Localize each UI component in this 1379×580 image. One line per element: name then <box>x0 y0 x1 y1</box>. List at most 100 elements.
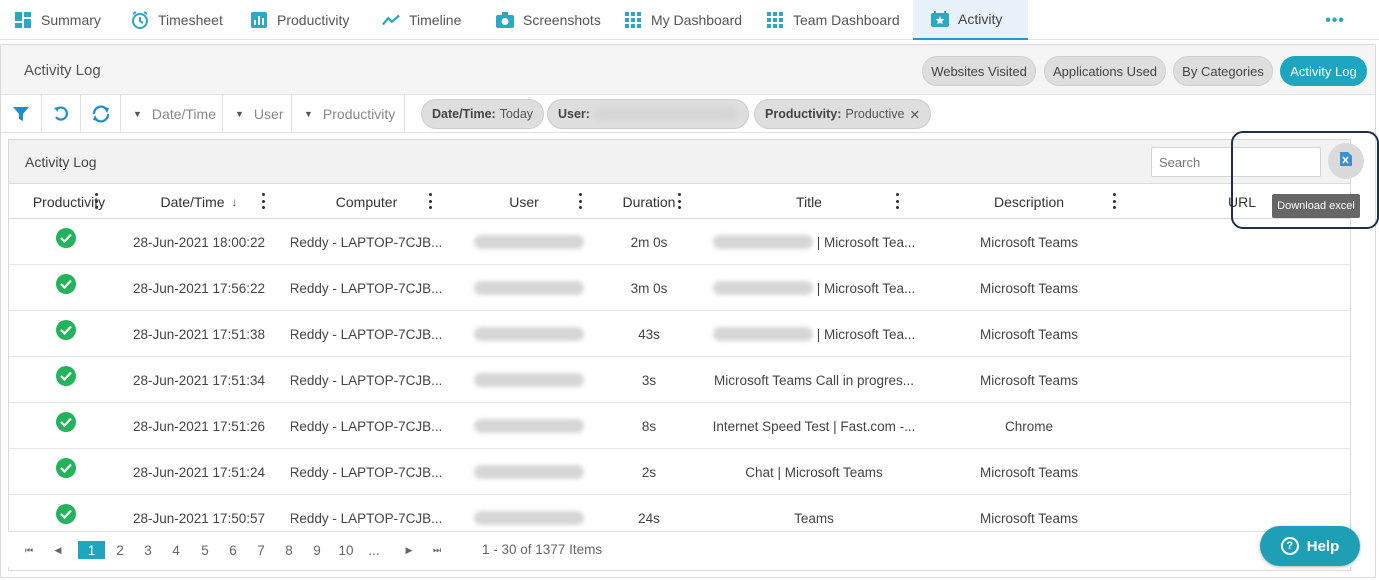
description-cell: Chrome <box>1004 418 1053 434</box>
productive-status-cell <box>41 449 91 495</box>
more-menu-icon[interactable]: ••• <box>1325 12 1345 30</box>
tab-summary[interactable]: Summary <box>14 0 101 40</box>
prev-page-icon[interactable]: ◀ <box>51 541 65 559</box>
dropdown-label: Date/Time <box>151 106 216 122</box>
column-menu-icon[interactable] <box>674 193 684 209</box>
productivity-filter-dropdown[interactable]: ▼ Productivity <box>292 95 405 133</box>
title-cell: | Microsoft Tea... <box>709 265 919 311</box>
column-menu-icon[interactable] <box>1109 193 1119 209</box>
check-circle-icon <box>56 366 76 386</box>
grid-squares-icon <box>14 11 32 29</box>
undo-icon[interactable] <box>42 95 81 133</box>
column-header-datetime[interactable]: Date/Time ↓ <box>139 184 259 219</box>
column-menu-icon[interactable] <box>425 193 435 209</box>
next-page-icon[interactable]: ▶ <box>402 541 416 559</box>
table-row[interactable]: 28-Jun-2021 17:51:38 Reddy - LAPTOP-7CJB… <box>9 311 1350 357</box>
more-pages[interactable]: ... <box>366 541 382 559</box>
title-cell: | Microsoft Tea... <box>709 219 919 265</box>
check-circle-icon <box>56 228 76 248</box>
computer-cell: Reddy - LAPTOP-7CJB... <box>291 234 441 250</box>
tab-timesheet[interactable]: Timesheet <box>131 0 223 40</box>
tab-activity[interactable]: Activity <box>913 0 1029 40</box>
page-2[interactable]: 2 <box>112 541 128 559</box>
grid-rows: 28-Jun-2021 18:00:22 Reddy - LAPTOP-7CJB… <box>9 219 1350 541</box>
tab-screenshots[interactable]: Screenshots <box>496 0 601 40</box>
page-7[interactable]: 7 <box>253 541 269 559</box>
computer-cell: Reddy - LAPTOP-7CJB... <box>291 372 441 388</box>
tab-label: Productivity <box>277 12 350 28</box>
check-circle-icon <box>56 412 76 432</box>
page-5[interactable]: 5 <box>197 541 213 559</box>
column-header-user[interactable]: User <box>479 184 569 219</box>
table-row[interactable]: 28-Jun-2021 18:00:22 Reddy - LAPTOP-7CJB… <box>9 219 1350 265</box>
productive-status-cell <box>41 357 91 403</box>
productive-status-cell <box>41 311 91 357</box>
activity-grid: Activity Log Productivity Date/Time ↓ Com… <box>8 139 1351 571</box>
column-header-title[interactable]: Title <box>749 184 869 219</box>
redacted-user <box>474 419 584 433</box>
close-icon[interactable]: ✕ <box>909 107 919 122</box>
productivity-filter-chip[interactable]: Productivity: Productive ✕ <box>754 99 931 129</box>
user-cell <box>459 311 599 357</box>
column-header-computer[interactable]: Computer <box>309 184 424 219</box>
column-menu-icon[interactable] <box>258 193 268 209</box>
page-10[interactable]: 10 <box>334 541 358 559</box>
tab-my-dashboard[interactable]: My Dashboard <box>624 0 742 40</box>
page-4[interactable]: 4 <box>168 541 184 559</box>
table-row[interactable]: 28-Jun-2021 17:51:24 Reddy - LAPTOP-7CJB… <box>9 449 1350 495</box>
by-categories-button[interactable]: By Categories <box>1173 56 1273 86</box>
title-cell: | Microsoft Tea... <box>709 311 919 357</box>
title-cell: Internet Speed Test | Fast.com -... <box>712 418 916 434</box>
tab-productivity[interactable]: Productivity <box>250 0 349 40</box>
dropdown-label: User <box>253 106 284 122</box>
tab-label: Team Dashboard <box>793 12 900 28</box>
redacted-title <box>712 235 813 249</box>
duration-cell: 2s <box>641 464 657 480</box>
column-menu-icon[interactable] <box>91 193 101 209</box>
page-8[interactable]: 8 <box>281 541 297 559</box>
datetime-cell: 28-Jun-2021 17:56:22 <box>132 280 266 296</box>
filter-icon[interactable] <box>1 95 42 133</box>
activity-log-button[interactable]: Activity Log <box>1280 56 1367 86</box>
tab-timeline[interactable]: Timeline <box>382 0 461 40</box>
page-title: Activity Log <box>24 62 101 79</box>
duration-cell: 43s <box>638 326 660 342</box>
panel-header: Activity Log Websites Visited Applicatio… <box>1 45 1375 95</box>
bar-chart-icon <box>250 11 268 29</box>
grid-toolbar: Activity Log <box>9 140 1350 184</box>
table-row[interactable]: 28-Jun-2021 17:56:22 Reddy - LAPTOP-7CJB… <box>9 265 1350 311</box>
page-1[interactable]: 1 <box>78 541 105 559</box>
help-button[interactable]: ? Help <box>1260 526 1360 566</box>
first-page-icon[interactable]: ⏮ <box>22 541 36 559</box>
check-circle-icon <box>56 458 76 478</box>
top-nav: Summary Timesheet Productivity Timeline … <box>0 0 1379 40</box>
last-page-icon[interactable]: ⏭ <box>430 541 444 559</box>
table-row[interactable]: 28-Jun-2021 17:51:26 Reddy - LAPTOP-7CJB… <box>9 403 1350 449</box>
column-menu-icon[interactable] <box>575 193 585 209</box>
column-label: User <box>509 193 539 210</box>
redacted-user <box>474 235 584 249</box>
refresh-icon[interactable] <box>81 95 121 133</box>
chip-key: Date/Time: <box>432 107 496 121</box>
applications-used-button[interactable]: Applications Used <box>1044 56 1166 86</box>
page-3[interactable]: 3 <box>140 541 156 559</box>
user-filter-chip[interactable]: User: <box>547 99 749 129</box>
websites-visited-button[interactable]: Websites Visited <box>922 56 1036 86</box>
help-label: Help <box>1306 537 1340 555</box>
column-menu-icon[interactable] <box>892 193 902 209</box>
column-header-productivity[interactable]: Productivity <box>19 184 119 219</box>
user-cell <box>459 357 599 403</box>
check-circle-icon <box>56 274 76 294</box>
table-row[interactable]: 28-Jun-2021 17:51:34 Reddy - LAPTOP-7CJB… <box>9 357 1350 403</box>
user-filter-dropdown[interactable]: ▼ User <box>223 95 292 133</box>
title-text: | Microsoft Tea... <box>816 234 916 250</box>
computer-cell: Reddy - LAPTOP-7CJB... <box>291 326 441 342</box>
page-6[interactable]: 6 <box>225 541 241 559</box>
column-header-description[interactable]: Description <box>969 184 1089 219</box>
date-time-filter-dropdown[interactable]: ▼ Date/Time <box>121 95 223 133</box>
tab-team-dashboard[interactable]: Team Dashboard <box>766 0 900 40</box>
chip-key: User: <box>558 107 590 121</box>
tab-label: Timeline <box>409 12 462 28</box>
page-9[interactable]: 9 <box>309 541 325 559</box>
date-time-filter-chip[interactable]: Date/Time: Today <box>421 99 545 129</box>
